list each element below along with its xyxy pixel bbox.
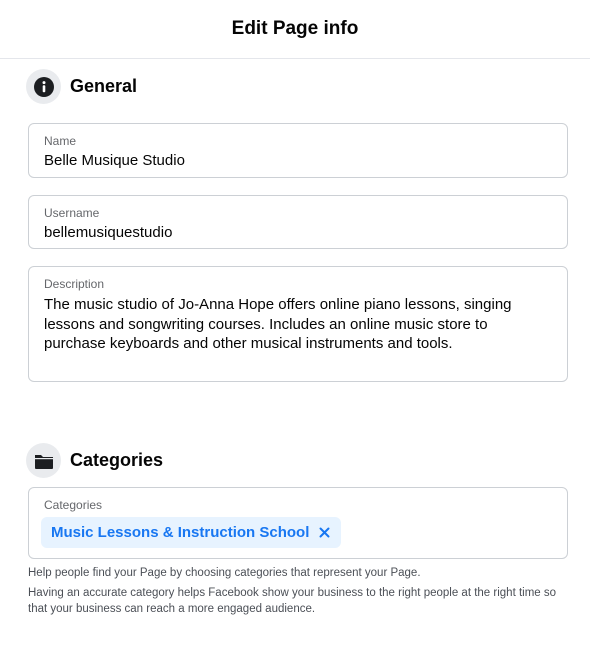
categories-section-header: Categories: [26, 443, 163, 478]
categories-field[interactable]: Categories Music Lessons & Instruction S…: [28, 487, 568, 559]
general-section-header: General: [26, 69, 137, 104]
categories-help-text: Help people find your Page by choosing c…: [28, 567, 421, 579]
remove-category-icon[interactable]: [317, 526, 331, 540]
dialog-header: Edit Page info: [0, 0, 590, 59]
categories-help-detail: Having an accurate category helps Facebo…: [28, 587, 557, 615]
category-chip-label: Music Lessons & Instruction School: [51, 524, 310, 541]
categories-section-title: Categories: [70, 450, 164, 470]
description-field[interactable]: Description The music studio of Jo-Anna …: [28, 266, 568, 382]
description-textarea[interactable]: The music studio of Jo-Anna Hope offers …: [44, 295, 552, 354]
description-field-label: Description: [44, 277, 105, 291]
name-field-label: Name: [44, 134, 77, 148]
category-chip: Music Lessons & Instruction School: [41, 517, 342, 548]
general-section-title: General: [70, 76, 138, 96]
name-input[interactable]: Belle Musique Studio: [44, 151, 552, 171]
categories-field-label: Categories: [44, 498, 103, 512]
page-title: Edit Page info: [231, 18, 359, 39]
username-input[interactable]: bellemusiquestudio: [44, 223, 552, 243]
folder-icon: [26, 443, 61, 478]
name-field[interactable]: Name Belle Musique Studio: [28, 123, 568, 178]
username-field[interactable]: Username bellemusiquestudio: [28, 195, 568, 249]
username-field-label: Username: [44, 206, 100, 220]
info-icon: [26, 69, 61, 104]
